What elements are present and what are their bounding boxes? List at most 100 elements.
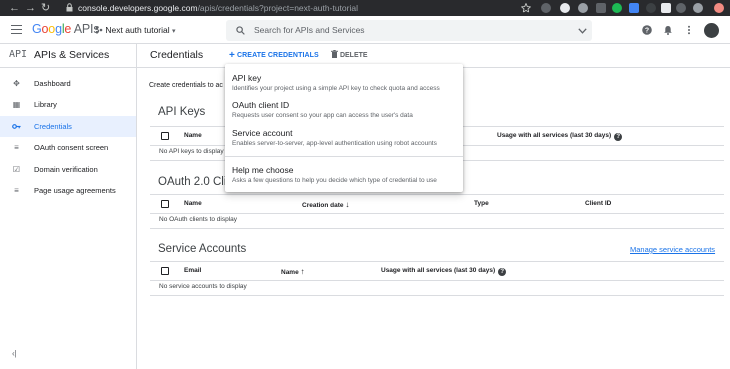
select-all-checkbox[interactable] xyxy=(161,267,169,275)
extensions-puzzle-icon[interactable] xyxy=(693,3,703,13)
sidebar-item-oauth-consent[interactable]: ≡ OAuth consent screen xyxy=(0,137,136,158)
back-icon[interactable]: ← xyxy=(9,1,20,15)
service-accounts-table-header: Email Name ↑ Usage with all services (la… xyxy=(150,261,724,281)
hamburger-menu-icon[interactable] xyxy=(11,25,22,34)
chevron-down-icon[interactable] xyxy=(578,28,587,34)
help-icon[interactable]: ? xyxy=(642,25,652,35)
dashboard-icon: ✥ xyxy=(13,79,20,88)
browser-toolbar: ← → ↻ console.developers.google.com/apis… xyxy=(0,0,730,16)
column-header-name-label: Name xyxy=(281,269,299,276)
sidebar-item-label: OAuth consent screen xyxy=(34,143,109,152)
delete-label: DELETE xyxy=(339,52,368,59)
column-header-email[interactable]: Email xyxy=(184,267,201,274)
consent-icon: ≡ xyxy=(14,143,19,152)
menu-item-description: Asks a few questions to help you decide … xyxy=(232,177,437,184)
service-accounts-empty-message: No service accounts to display xyxy=(159,283,247,290)
column-header-usage-label: Usage with all services (last 30 days) xyxy=(381,267,496,274)
search-bar[interactable]: Search for APIs and Services xyxy=(226,20,592,41)
menu-item-description: Identifies your project using a simple A… xyxy=(232,85,440,92)
collapse-sidebar-icon[interactable]: ‹| xyxy=(12,349,17,358)
sidebar-item-dashboard[interactable]: ✥ Dashboard xyxy=(0,73,136,94)
checkbox-icon: ☑ xyxy=(12,165,21,174)
bookmark-star-icon[interactable] xyxy=(521,3,531,13)
project-icon xyxy=(95,26,103,34)
oauth-table-header: Name Creation date ↓ Type Client ID xyxy=(150,194,724,214)
menu-divider xyxy=(225,156,463,157)
column-header-usage: Usage with all services (last 30 days)? xyxy=(497,132,623,141)
sidebar-item-domain-verification[interactable]: ☑ Domain verification xyxy=(0,159,136,180)
extension-icon[interactable] xyxy=(612,3,622,13)
column-header-name[interactable]: Name xyxy=(184,200,202,207)
url-path: /apis/credentials?project=next-auth-tuto… xyxy=(197,3,358,13)
arrow-up-icon: ↑ xyxy=(300,267,305,276)
sidebar-header: API APIs & Services xyxy=(0,44,137,68)
help-icon[interactable]: ? xyxy=(614,133,623,141)
project-selector[interactable]: Next auth tutorial ▾ xyxy=(95,24,176,38)
sidebar-item-label: Page usage agreements xyxy=(34,186,116,195)
divider xyxy=(150,295,724,296)
service-accounts-title: Service Accounts xyxy=(158,243,247,255)
create-credentials-menu: API key Identifies your project using a … xyxy=(225,64,463,192)
menu-item-description: Enables server-to-server, app-level auth… xyxy=(232,140,437,147)
extension-icon[interactable] xyxy=(541,3,551,13)
column-header-creation-date[interactable]: Creation date ↓ xyxy=(302,200,349,209)
key-icon xyxy=(12,122,21,131)
forward-icon[interactable]: → xyxy=(25,1,36,15)
extension-icon[interactable] xyxy=(629,3,639,13)
oauth-empty-message: No OAuth clients to display xyxy=(159,216,238,223)
extension-icon[interactable] xyxy=(578,3,588,13)
sidebar: API APIs & Services ✥ Dashboard ▦ Librar… xyxy=(0,44,137,369)
sidebar-item-library[interactable]: ▦ Library xyxy=(0,94,136,115)
menu-item-title: Help me choose xyxy=(232,165,294,175)
more-vert-icon[interactable] xyxy=(684,25,694,35)
reload-icon[interactable]: ↻ xyxy=(41,1,50,15)
extension-icon[interactable] xyxy=(661,3,671,13)
create-credentials-label: CREATE CREDENTIALS xyxy=(237,52,319,59)
intro-text: Create credentials to ac xyxy=(149,82,223,89)
profile-icon[interactable] xyxy=(714,3,724,13)
api-keys-empty-message: No API keys to display xyxy=(159,148,224,155)
trash-icon xyxy=(331,50,338,58)
sidebar-item-credentials[interactable]: Credentials xyxy=(0,116,136,137)
oauth-clients-title: OAuth 2.0 Clie xyxy=(158,176,233,188)
extension-icon[interactable] xyxy=(646,3,656,13)
menu-item-description: Requests user consent so your app can ac… xyxy=(232,112,413,119)
menu-item-title: API key xyxy=(232,73,262,83)
divider xyxy=(150,228,724,229)
column-header-name[interactable]: Name ↑ xyxy=(281,267,305,276)
delete-button[interactable]: DELETE xyxy=(331,50,368,59)
account-avatar[interactable] xyxy=(704,23,719,38)
sidebar-item-label: Library xyxy=(34,100,57,109)
chevron-down-icon: ▾ xyxy=(172,28,176,35)
create-credentials-button[interactable]: + CREATE CREDENTIALS xyxy=(229,50,319,61)
column-header-type[interactable]: Type xyxy=(474,200,489,207)
column-header-client-id[interactable]: Client ID xyxy=(585,200,611,207)
settings-icon: ≡ xyxy=(14,186,19,195)
plus-icon: + xyxy=(229,50,235,61)
menu-item-title: Service account xyxy=(232,128,293,138)
google-apis-logo[interactable]: Google APIs xyxy=(32,22,100,37)
extension-icon[interactable] xyxy=(560,3,570,13)
main-content: Credentials + CREATE CREDENTIALS DELETE … xyxy=(137,44,730,369)
menu-item-title: OAuth client ID xyxy=(232,100,290,110)
url-host: console.developers.google.com xyxy=(78,3,198,13)
library-icon: ▦ xyxy=(12,100,21,109)
search-input[interactable]: Search for APIs and Services xyxy=(254,25,365,35)
sidebar-item-label: Credentials xyxy=(34,122,72,131)
column-header-usage: Usage with all services (last 30 days)? xyxy=(381,267,507,276)
search-icon xyxy=(236,26,245,35)
project-name: Next auth tutorial xyxy=(105,25,170,35)
sidebar-item-page-usage[interactable]: ≡ Page usage agreements xyxy=(0,180,136,201)
extension-icon[interactable] xyxy=(596,3,606,13)
notifications-bell-icon[interactable] xyxy=(663,25,673,35)
column-header-name[interactable]: Name xyxy=(184,132,202,139)
arrow-down-icon: ↓ xyxy=(345,200,350,209)
manage-service-accounts-link[interactable]: Manage service accounts xyxy=(630,245,715,254)
sidebar-item-label: Dashboard xyxy=(34,79,71,88)
extension-icon[interactable] xyxy=(676,3,686,13)
help-icon[interactable]: ? xyxy=(498,268,507,276)
address-bar[interactable]: console.developers.google.com/apis/crede… xyxy=(78,1,358,15)
sidebar-item-label: Domain verification xyxy=(34,165,98,174)
select-all-checkbox[interactable] xyxy=(161,200,169,208)
select-all-checkbox[interactable] xyxy=(161,132,169,140)
